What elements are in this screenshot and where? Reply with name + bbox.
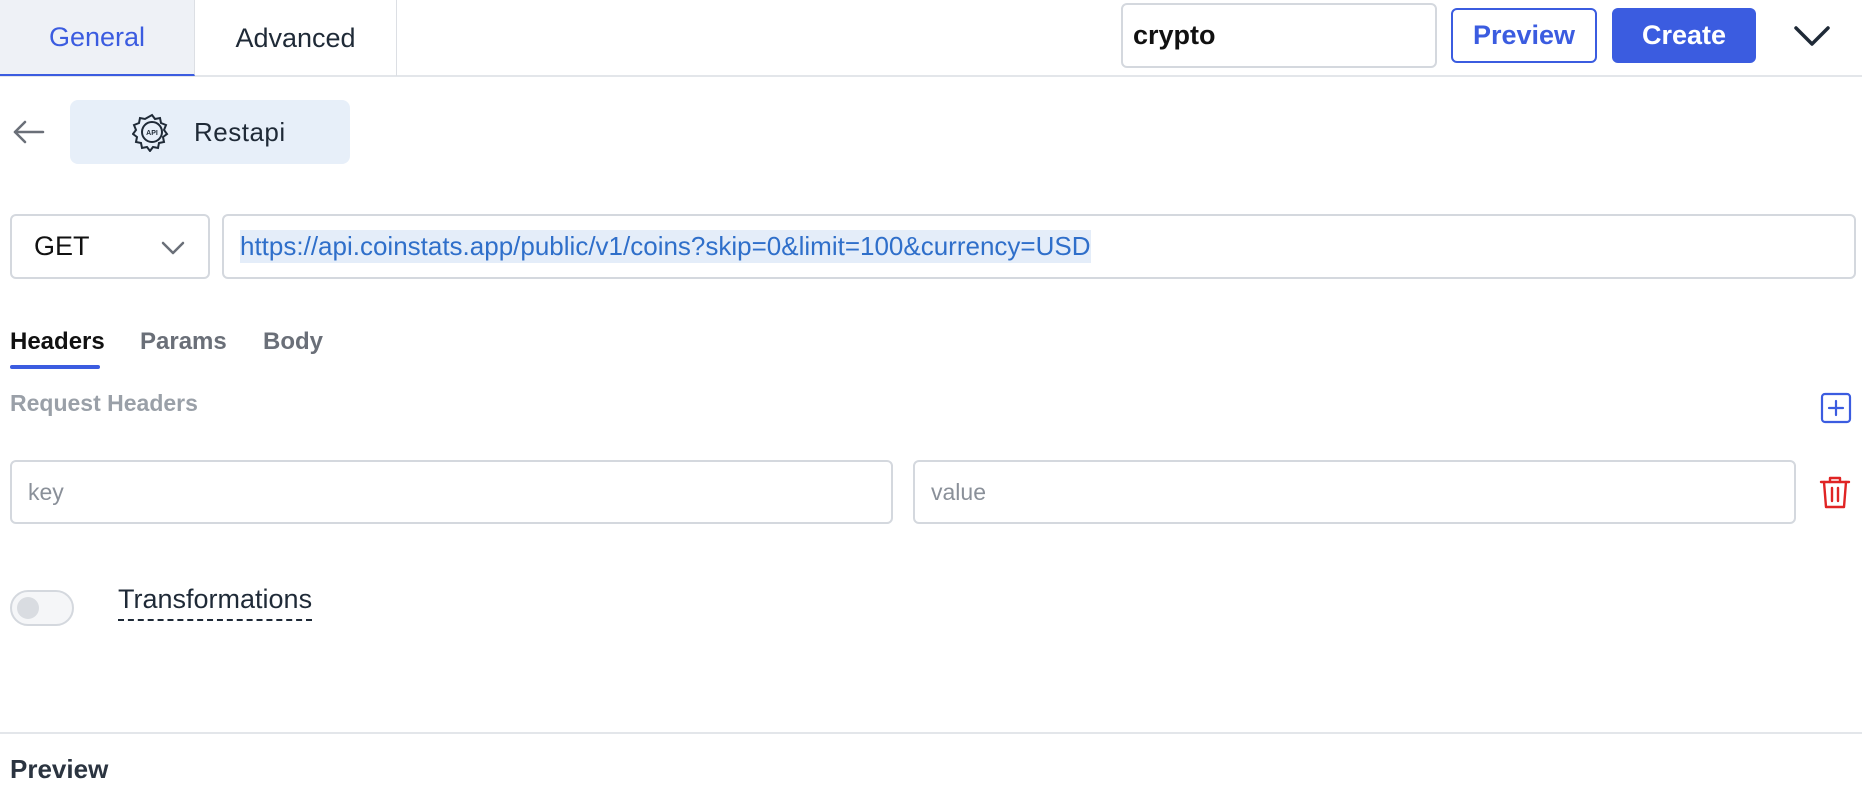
tab-general[interactable]: General	[0, 0, 195, 76]
chevron-down-icon[interactable]	[1792, 18, 1832, 54]
top-bar: General Advanced Preview Create	[0, 0, 1862, 77]
url-text: https://api.coinstats.app/public/v1/coin…	[240, 230, 1091, 263]
query-name-input[interactable]	[1121, 3, 1437, 68]
method-value: GET	[34, 231, 90, 261]
section-divider	[0, 732, 1862, 734]
transformations-toggle[interactable]	[10, 590, 74, 626]
datasource-label: Restapi	[194, 116, 286, 147]
method-select[interactable]: GET	[10, 214, 210, 279]
create-button[interactable]: Create	[1612, 8, 1756, 63]
preview-section-title: Preview	[10, 754, 109, 784]
transformations-label: Transformations	[118, 584, 313, 621]
toggle-knob	[17, 597, 39, 619]
subtab-params[interactable]: Params	[140, 328, 227, 356]
header-value-input[interactable]	[913, 460, 1796, 524]
subtab-body[interactable]: Body	[263, 328, 323, 356]
preview-button[interactable]: Preview	[1451, 8, 1597, 63]
add-header-icon[interactable]	[1820, 392, 1852, 424]
svg-text:API: API	[146, 130, 158, 137]
header-key-input[interactable]	[10, 460, 893, 524]
trash-icon[interactable]	[1818, 474, 1852, 510]
active-subtab-indicator	[10, 365, 100, 369]
back-arrow-icon[interactable]	[12, 112, 46, 152]
subtab-headers[interactable]: Headers	[10, 328, 105, 356]
datasource-chip[interactable]: API Restapi	[70, 100, 350, 164]
tab-advanced[interactable]: Advanced	[195, 0, 397, 76]
request-headers-label: Request Headers	[10, 390, 198, 416]
chevron-down-icon	[161, 241, 185, 255]
url-input[interactable]: https://api.coinstats.app/public/v1/coin…	[222, 214, 1856, 279]
api-gear-icon: API	[132, 113, 169, 152]
